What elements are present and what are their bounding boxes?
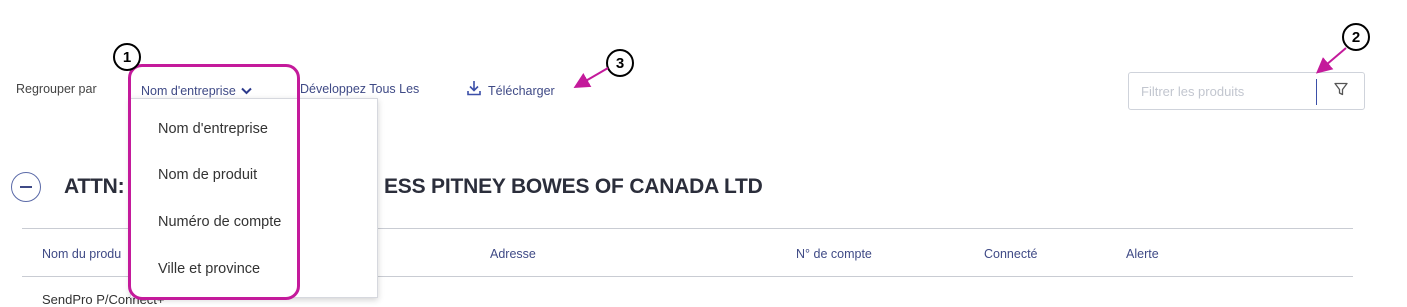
minus-icon	[20, 186, 32, 188]
dropdown-option-company-name[interactable]: Nom d'entreprise	[158, 121, 268, 137]
callout-2: 2	[1342, 23, 1370, 51]
column-header-connected[interactable]: Connecté	[984, 247, 1038, 261]
group-by-dropdown-menu: Nom d'entreprise Nom de produit Numéro d…	[130, 98, 378, 298]
callout-1: 1	[113, 43, 141, 71]
column-header-product[interactable]: Nom du produ	[42, 247, 121, 261]
collapse-group-button[interactable]	[11, 172, 41, 202]
column-header-alert[interactable]: Alerte	[1126, 247, 1159, 261]
callout-3: 3	[606, 49, 634, 77]
dropdown-option-product-name[interactable]: Nom de produit	[158, 167, 257, 183]
download-button[interactable]: Télécharger	[466, 80, 555, 101]
funnel-icon	[1333, 81, 1349, 102]
dropdown-option-city-province[interactable]: Ville et province	[158, 261, 260, 277]
arrow-to-download-button	[573, 67, 609, 89]
download-icon	[466, 80, 482, 101]
filter-button[interactable]	[1317, 73, 1364, 109]
dropdown-option-account-number[interactable]: Numéro de compte	[158, 214, 281, 230]
arrow-to-filter-button	[1315, 47, 1347, 74]
group-title-prefix: ATTN:	[64, 175, 125, 198]
filter-products-input[interactable]	[1129, 73, 1315, 109]
expand-all-link[interactable]: Développez Tous Les	[300, 82, 419, 96]
group-title-suffix: ESS PITNEY BOWES OF CANADA LTD	[384, 175, 763, 198]
group-by-label: Regrouper par	[16, 82, 97, 96]
column-header-address[interactable]: Adresse	[490, 247, 536, 261]
column-header-account[interactable]: N° de compte	[796, 247, 872, 261]
group-by-value: Nom d'entreprise	[141, 84, 236, 98]
download-label: Télécharger	[488, 83, 555, 98]
filter-products-field	[1128, 72, 1365, 110]
